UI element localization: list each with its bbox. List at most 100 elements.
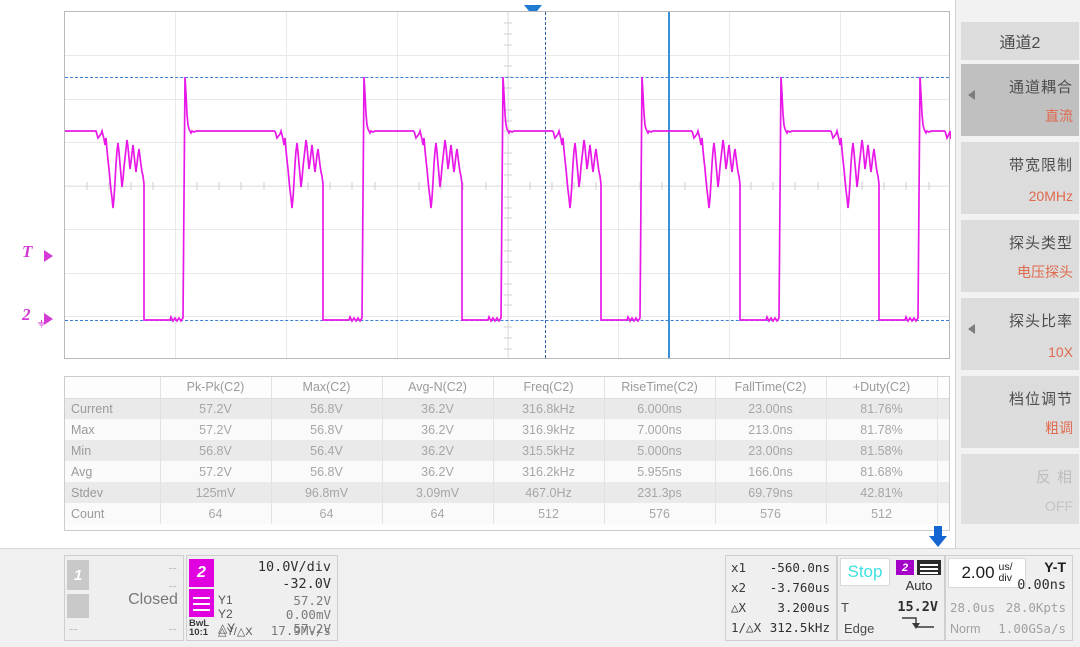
run-stop-button[interactable]: Stop xyxy=(840,558,890,586)
cell: 166.0ns xyxy=(715,461,826,482)
cell: 5.955ns xyxy=(604,461,715,482)
cell: 5.000ns xyxy=(604,440,715,461)
th-blank xyxy=(65,377,160,398)
th-posduty: +Duty(C2) xyxy=(826,377,937,398)
cell xyxy=(937,461,950,482)
cursor-dx-value: 3.200us xyxy=(777,600,830,615)
cell: 64 xyxy=(382,503,493,524)
menu-item-channel-coupling[interactable]: 通道耦合 直流 xyxy=(961,64,1079,136)
channel2-offset: -32.0V xyxy=(282,576,331,592)
menu-title: 通道2 xyxy=(961,22,1079,60)
menu-item-label: 通道耦合 xyxy=(1009,76,1073,97)
cell: 316.9kHz xyxy=(493,419,604,440)
cell: 81.76% xyxy=(826,398,937,419)
menu-item-bandwidth-limit[interactable]: 带宽限制 20MHz xyxy=(961,142,1079,214)
th-avgn: Avg-N(C2) xyxy=(382,377,493,398)
cell: 316.8kHz xyxy=(493,398,604,419)
side-menu: 通道2 通道耦合 直流 带宽限制 20MHz 探头类型 电压探头 探头比率 10… xyxy=(955,0,1080,548)
cursor-x1-value: -560.0ns xyxy=(770,560,830,575)
cell: 96.8mV xyxy=(271,482,382,503)
table-row: Current 57.2V 56.8V 36.2V 316.8kHz 6.000… xyxy=(65,398,950,419)
channel2-badge[interactable]: 2 xyxy=(189,559,214,587)
trigger-marker-arrow xyxy=(44,250,53,262)
channel1-line1: -- xyxy=(168,560,177,575)
cell: 576 xyxy=(715,503,826,524)
cell: 6.000ns xyxy=(604,398,715,419)
memory-depth: 28.0Kpts xyxy=(1006,600,1066,615)
menu-item-value: 直流 xyxy=(1045,106,1073,126)
timebase-block[interactable]: 2.00 us/ div Y-T 0.00ns 28.0us 28.0Kpts … xyxy=(945,555,1073,641)
table-row: Min 56.8V 56.4V 36.2V 315.5kHz 5.000ns 2… xyxy=(65,440,950,461)
cell: 42.81% xyxy=(826,482,937,503)
acquisition-mode[interactable]: Norm xyxy=(950,622,981,636)
table-row: Count 64 64 64 512 576 576 512 xyxy=(65,503,950,524)
cell: 56.8V xyxy=(271,398,382,419)
menu-item-value: 10X xyxy=(1048,344,1073,360)
ground-symbol-icon xyxy=(37,316,46,325)
row-label: Stdev xyxy=(65,482,160,503)
channel2-block[interactable]: 2 10.0V/div -32.0V Y1 57.2V Y2 0.00mV △Y… xyxy=(186,555,338,641)
closed-status-label: Closed xyxy=(120,591,186,609)
row-label: Current xyxy=(65,398,160,419)
cell: 512 xyxy=(826,503,937,524)
trigger-block[interactable]: Stop 2 Auto T 15.2V Edge xyxy=(837,555,945,641)
chevron-left-icon xyxy=(968,90,975,100)
channel1-wave-badge xyxy=(67,594,89,618)
cell: 81.58% xyxy=(826,440,937,461)
menu-item-invert[interactable]: 反 相 OFF xyxy=(961,454,1079,524)
menu-item-value: OFF xyxy=(1045,498,1073,514)
row-label: Max xyxy=(65,419,160,440)
trigger-slope-falling-icon[interactable] xyxy=(900,615,938,636)
table-header-row: Pk-Pk(C2) Max(C2) Avg-N(C2) Freq(C2) Ris… xyxy=(65,377,950,398)
cell: 36.2V xyxy=(382,461,493,482)
channel1-extra: -- xyxy=(69,621,78,636)
measurement-table-grid: Pk-Pk(C2) Max(C2) Avg-N(C2) Freq(C2) Ris… xyxy=(65,377,950,524)
trigger-type[interactable]: Edge xyxy=(844,621,874,636)
cursor-inv-dx-label: 1/△X xyxy=(731,620,761,635)
menu-item-probe-type[interactable]: 探头类型 电压探头 xyxy=(961,220,1079,292)
cell: 512 xyxy=(493,503,604,524)
menu-item-probe-ratio[interactable]: 探头比率 10X xyxy=(961,298,1079,370)
table-row: Max 57.2V 56.8V 36.2V 316.9kHz 7.000ns 2… xyxy=(65,419,950,440)
table-row: Avg 57.2V 56.8V 36.2V 316.2kHz 5.955ns 1… xyxy=(65,461,950,482)
menu-item-gear-adjust[interactable]: 档位调节 粗调 xyxy=(961,376,1079,448)
channel2-coupling-icon xyxy=(189,589,214,617)
th-item: Ite xyxy=(937,377,950,398)
cursor-x2-value: -3.760us xyxy=(770,580,830,595)
cell: 57.2V xyxy=(160,398,271,419)
timebase-mode[interactable]: Y-T xyxy=(1044,559,1066,575)
menu-item-label: 反 相 xyxy=(1036,466,1073,487)
cell: 81.68% xyxy=(826,461,937,482)
row-label: Count xyxy=(65,503,160,524)
scroll-down-arrow-icon[interactable] xyxy=(928,526,948,548)
menu-item-label: 探头比率 xyxy=(1009,310,1073,331)
measurement-table[interactable]: Pk-Pk(C2) Max(C2) Avg-N(C2) Freq(C2) Ris… xyxy=(64,376,950,531)
cursor-y2-label: Y2 xyxy=(218,607,233,621)
channel2-marker-label: 2 xyxy=(22,305,31,325)
cell: 576 xyxy=(604,503,715,524)
row-label: Avg xyxy=(65,461,160,482)
waveform-grid[interactable] xyxy=(64,11,950,359)
cell xyxy=(937,440,950,461)
cell: 81.78% xyxy=(826,419,937,440)
cell: 231.3ps xyxy=(604,482,715,503)
trigger-level-label: T xyxy=(841,600,849,615)
cell: 69.79ns xyxy=(715,482,826,503)
cursor-dx-label: △X xyxy=(731,600,746,615)
cell: 23.00ns xyxy=(715,398,826,419)
slope-label: △Y/△X xyxy=(218,625,253,638)
menu-item-label: 探头类型 xyxy=(1009,232,1073,253)
cursor-readout-block[interactable]: x1 -560.0ns x2 -3.760us △X 3.200us 1/△X … xyxy=(725,555,837,641)
timebase-delay: 0.00ns xyxy=(1017,577,1066,593)
channel1-line4: -- xyxy=(168,621,177,636)
cell: 125mV xyxy=(160,482,271,503)
row-label: Min xyxy=(65,440,160,461)
cell: 56.8V xyxy=(271,419,382,440)
table-row: Stdev 125mV 96.8mV 3.09mV 467.0Hz 231.3p… xyxy=(65,482,950,503)
timebase-scale-button[interactable]: 2.00 us/ div xyxy=(948,558,1026,588)
th-risetime: RiseTime(C2) xyxy=(604,377,715,398)
channel1-badge[interactable]: 1 xyxy=(67,560,89,590)
timebase-scale-value: 2.00 xyxy=(961,563,994,583)
trigger-source-badge[interactable]: 2 xyxy=(896,560,914,575)
trigger-mode[interactable]: Auto xyxy=(894,578,944,593)
